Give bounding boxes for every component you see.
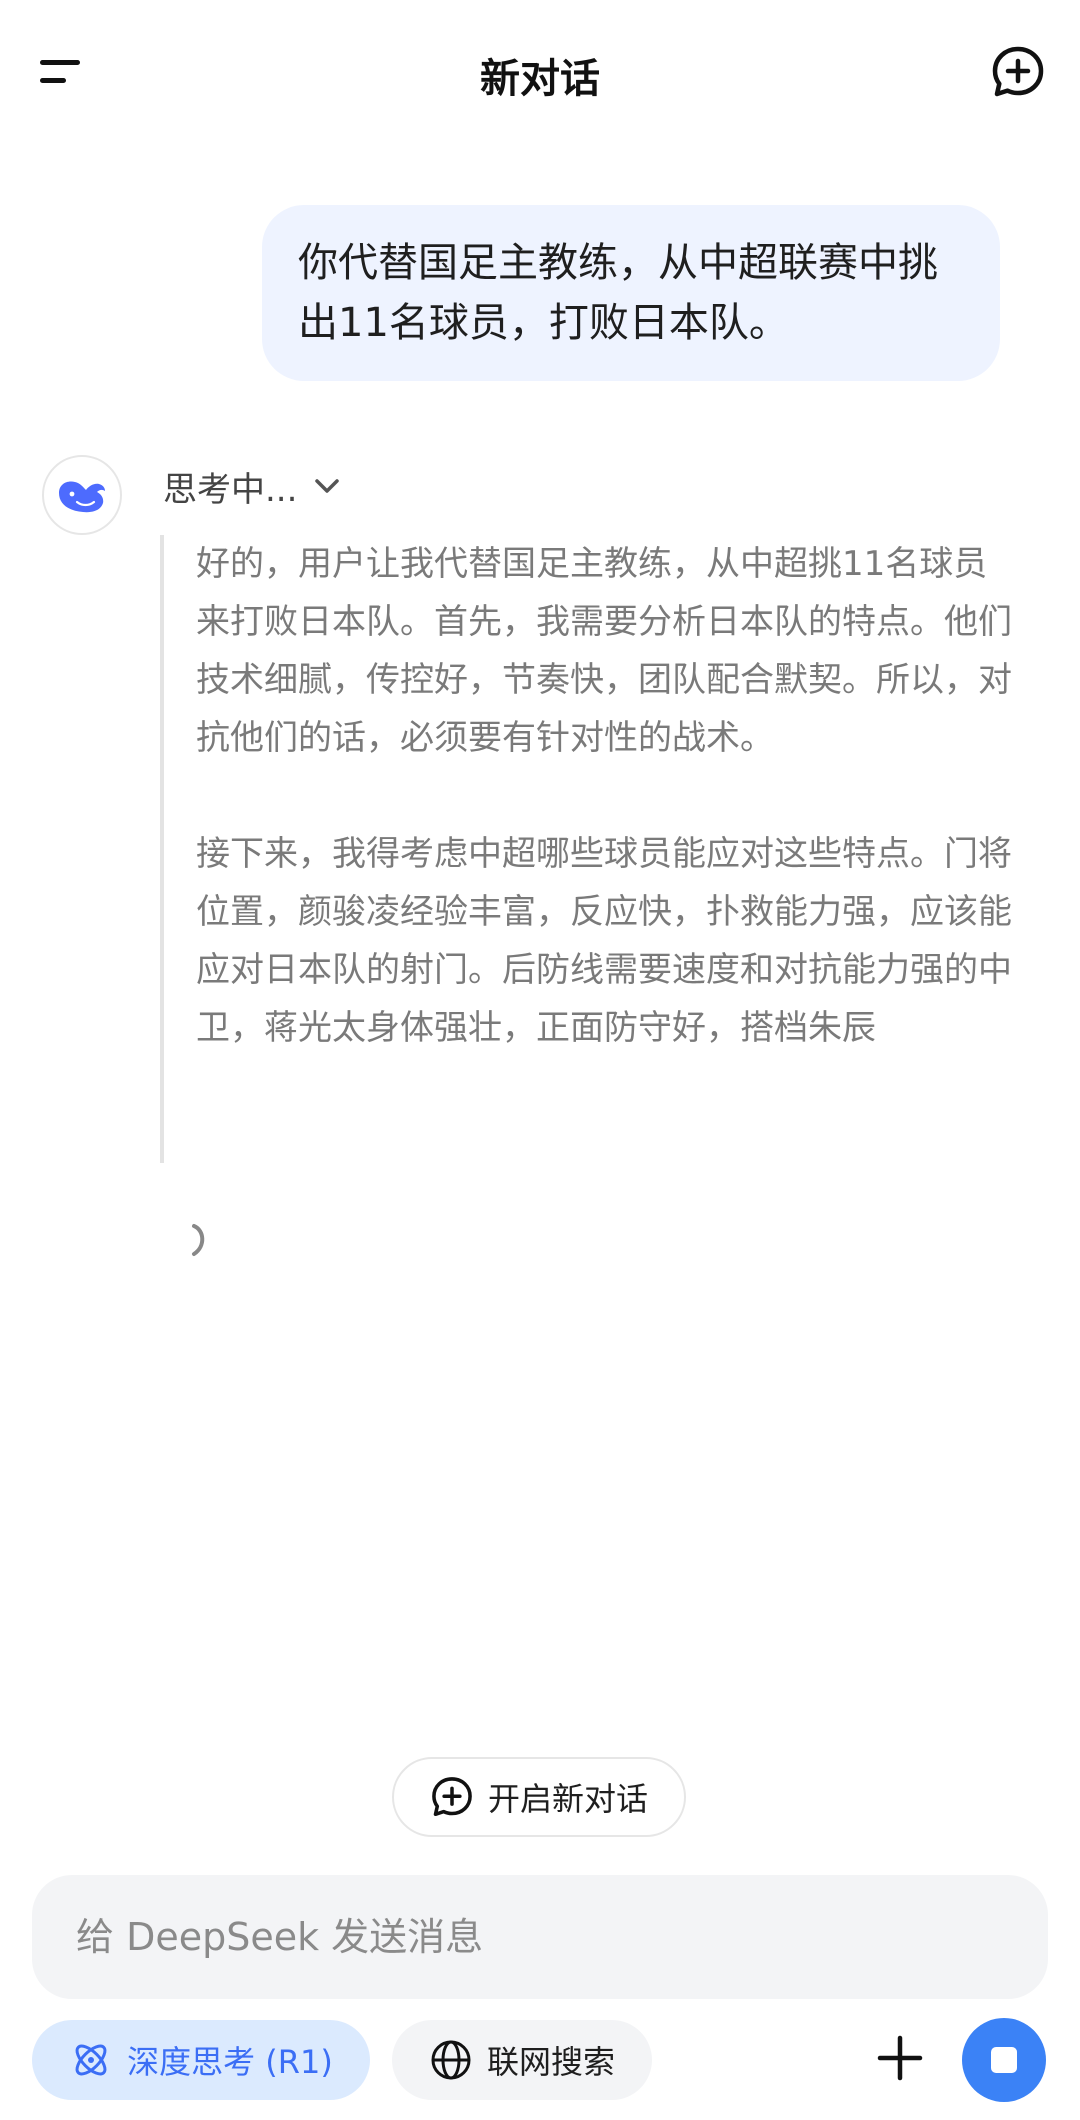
deepseek-whale-icon xyxy=(59,481,105,513)
globe-icon xyxy=(431,2040,471,2080)
atom-icon xyxy=(75,2044,107,2076)
header: 新对话 xyxy=(0,0,1080,144)
message-input[interactable] xyxy=(74,1914,1006,1960)
plus-icon xyxy=(877,2035,923,2081)
new-chat-icon xyxy=(992,46,1044,97)
thinking-label: 思考中... xyxy=(163,469,298,510)
new-chat-pill-label: 开启新对话 xyxy=(487,1780,648,1818)
thinking-toggle[interactable]: 思考中... xyxy=(163,458,347,514)
page-title: 新对话 xyxy=(480,56,600,102)
thinking-content: 好的，用户让我代替国足主教练，从中超挑11名球员来打败日本队。首先，我需要分析日… xyxy=(160,535,1020,1163)
assistant-avatar xyxy=(42,455,122,535)
new-chat-pill-button[interactable]: 开启新对话 xyxy=(392,1757,686,1837)
deep-think-label: 深度思考 (R1) xyxy=(127,2043,333,2081)
chevron-down-icon xyxy=(315,479,340,493)
stop-icon xyxy=(991,2047,1017,2073)
attach-button[interactable] xyxy=(872,2030,928,2086)
thinking-paragraph: 接下来，我得考虑中超哪些球员能应对这些特点。门将位置，颜骏凌经验丰富，反应快，扑… xyxy=(196,834,1012,1048)
stop-generation-button[interactable] xyxy=(962,2018,1046,2102)
thinking-paragraph: 好的，用户让我代替国足主教练，从中超挑11名球员来打败日本队。首先，我需要分析日… xyxy=(196,544,1012,758)
web-search-button[interactable]: 联网搜索 xyxy=(392,2020,652,2100)
deep-think-button[interactable]: 深度思考 (R1) xyxy=(32,2020,370,2100)
web-search-label: 联网搜索 xyxy=(486,2043,615,2081)
new-chat-icon xyxy=(432,1777,472,1817)
user-message-bubble: 你代替国足主教练，从中超联赛中挑出11名球员，打败日本队。 xyxy=(262,205,1000,381)
message-input-container xyxy=(32,1875,1048,1999)
loading-spinner-icon xyxy=(192,1224,205,1256)
new-chat-button[interactable] xyxy=(990,44,1046,100)
